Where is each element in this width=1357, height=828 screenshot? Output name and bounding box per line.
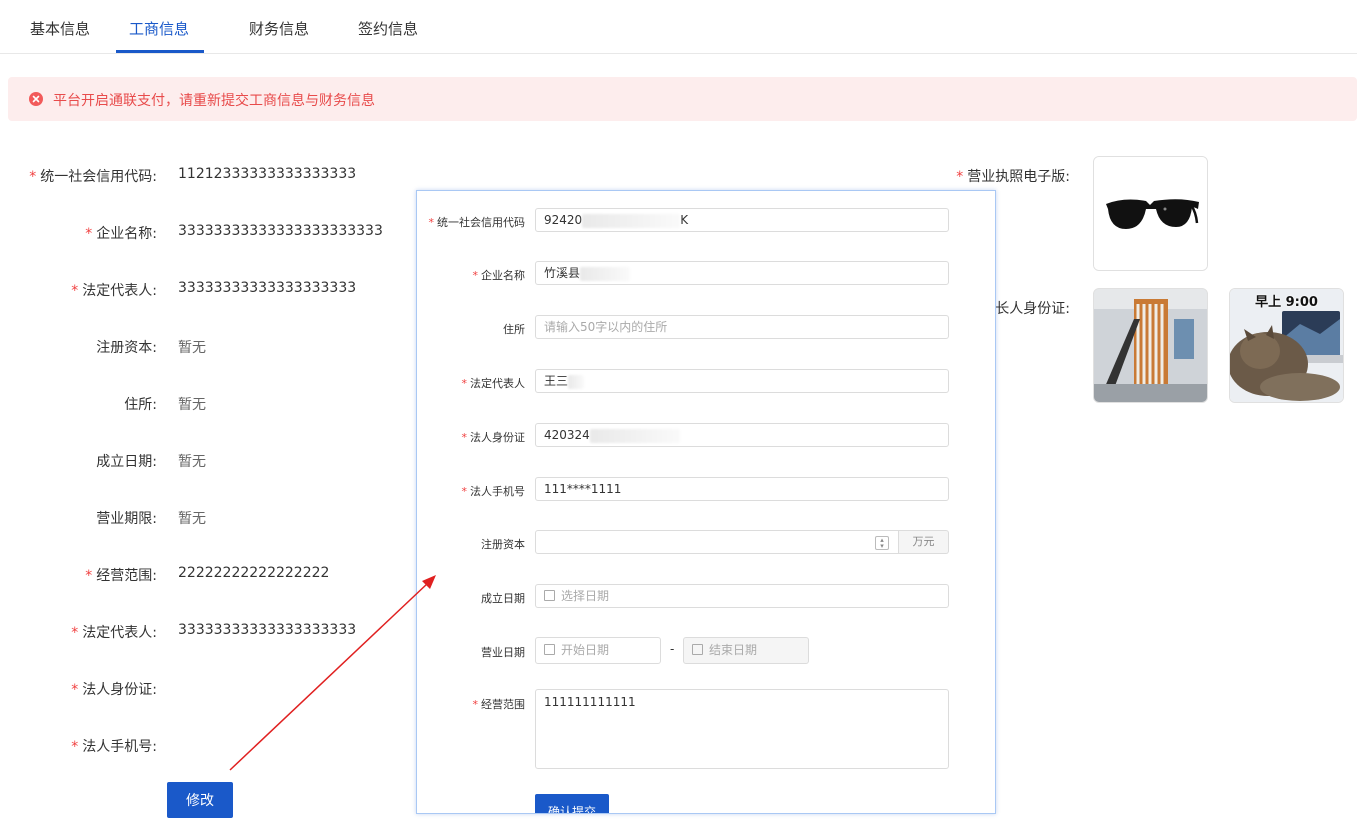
- form-legal-phone-input[interactable]: 111****1111: [535, 477, 949, 501]
- tab-contract-info[interactable]: 签约信息: [358, 18, 418, 39]
- credit-code-value: 11212333333333333333: [178, 166, 357, 182]
- form-legal-id-label: * 法人身份证: [461, 431, 526, 444]
- staircase-photo: [1094, 289, 1207, 402]
- legal-rep2-label: * 法定代表人:: [71, 625, 157, 641]
- legal-rep-label: * 法定代表人:: [71, 283, 157, 299]
- term-value: 暂无: [178, 511, 206, 527]
- active-tab-indicator: [116, 50, 204, 53]
- form-credit-code-input[interactable]: 92420 K: [535, 208, 949, 232]
- id-card-back-image[interactable]: 早上 9:00: [1229, 288, 1344, 403]
- form-credit-code-label: * 统一社会信用代码: [428, 216, 526, 229]
- tab-bar: 基本信息 工商信息 财务信息 签约信息: [0, 0, 1357, 54]
- legal-rep-value: 33333333333333333333: [178, 280, 357, 296]
- form-reg-capital-label: 注册资本: [481, 538, 525, 551]
- form-legal-id-input[interactable]: 420324: [535, 423, 949, 447]
- scope-label: * 经营范围:: [85, 568, 157, 584]
- form-business-date-label: 营业日期: [481, 646, 525, 659]
- error-circle-icon: [29, 92, 43, 106]
- form-reg-capital-unit: 万元: [899, 530, 949, 554]
- form-founded-label: 成立日期: [481, 592, 525, 605]
- calendar-icon: [692, 644, 703, 655]
- term-label: 营业期限:: [96, 511, 157, 527]
- sunglasses-image: [1094, 157, 1207, 270]
- form-address-input[interactable]: 请输入50字以内的住所: [535, 315, 949, 339]
- form-legal-phone-label: * 法人手机号: [461, 485, 526, 498]
- license-image[interactable]: [1093, 156, 1208, 271]
- founded-value: 暂无: [178, 454, 206, 470]
- company-name-value: 33333333333333333333333: [178, 223, 383, 239]
- tab-basic-info[interactable]: 基本信息: [30, 18, 90, 39]
- company-name-label: * 企业名称:: [85, 226, 157, 242]
- founded-label: 成立日期:: [96, 454, 157, 470]
- form-legal-rep-input[interactable]: 王三: [535, 369, 949, 393]
- confirm-submit-button[interactable]: 确认提交: [535, 794, 609, 813]
- tab-finance-info[interactable]: 财务信息: [249, 18, 309, 39]
- form-founded-input[interactable]: 选择日期: [535, 584, 949, 608]
- scope-value: 22222222222222222: [178, 565, 330, 581]
- number-spinner-icon[interactable]: ▴ ▾: [875, 536, 889, 550]
- photo-caption: 早上 9:00: [1255, 295, 1318, 310]
- edit-business-modal: * 统一社会信用代码 92420 K * 企业名称 竹溪县 住所 请输入50字以内的住…: [416, 190, 996, 814]
- error-alert: 平台开启通联支付，请重新提交工商信息与财务信息: [8, 77, 1357, 121]
- form-address-label: 住所: [503, 323, 525, 336]
- id-card-front-image[interactable]: [1093, 288, 1208, 403]
- tab-business-info[interactable]: 工商信息: [129, 18, 189, 39]
- date-range-separator: -: [670, 642, 675, 656]
- form-reg-capital-input[interactable]: [535, 530, 899, 554]
- modify-button[interactable]: 修改: [167, 782, 233, 818]
- legal-phone-label: * 法人手机号:: [71, 739, 157, 755]
- license-label: * 营业执照电子版:: [956, 169, 1070, 185]
- legal-rep2-value: 33333333333333333333: [178, 622, 357, 638]
- legal-id-label: * 法人身份证:: [71, 682, 157, 698]
- form-company-name-label: * 企业名称: [472, 269, 526, 282]
- form-start-date-input[interactable]: 开始日期: [535, 637, 661, 664]
- reg-capital-label: 注册资本:: [96, 340, 157, 356]
- form-company-name-input[interactable]: 竹溪县: [535, 261, 949, 285]
- form-scope-label: * 经营范围: [472, 698, 526, 711]
- calendar-icon: [544, 590, 555, 601]
- reg-capital-value: 暂无: [178, 340, 206, 356]
- form-scope-textarea[interactable]: 111111111111: [535, 689, 949, 769]
- address-value: 暂无: [178, 397, 206, 413]
- form-legal-rep-label: * 法定代表人: [461, 377, 526, 390]
- form-end-date-input[interactable]: 结束日期: [683, 637, 809, 664]
- address-label: 住所:: [124, 397, 157, 413]
- alert-message: 平台开启通联支付，请重新提交工商信息与财务信息: [53, 93, 375, 109]
- credit-code-label: * 统一社会信用代码:: [29, 169, 157, 185]
- id-card-label-partial: 长人身份证:: [995, 301, 1070, 317]
- calendar-icon: [544, 644, 555, 655]
